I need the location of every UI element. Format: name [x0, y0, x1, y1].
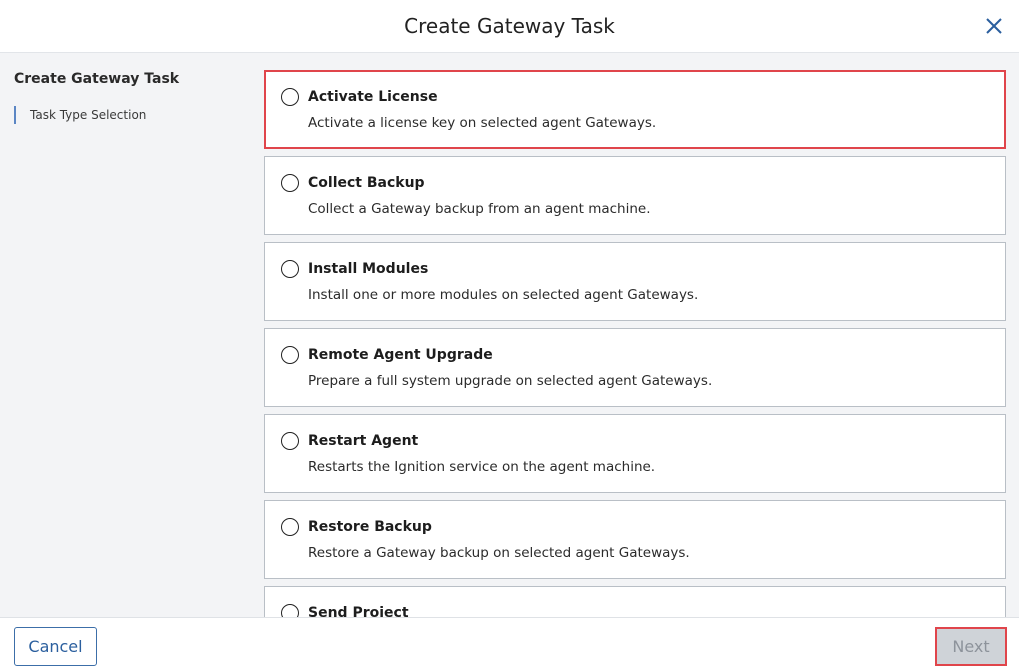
option-description: Collect a Gateway backup from an agent m… [308, 201, 651, 217]
option-title: Send Project [308, 605, 409, 617]
radio-button[interactable] [281, 174, 299, 192]
option-title: Remote Agent Upgrade [308, 347, 493, 363]
radio-button[interactable] [281, 604, 299, 617]
option-title: Install Modules [308, 261, 429, 277]
option-description: Activate a license key on selected agent… [308, 115, 657, 131]
option-activate-license[interactable]: Activate License Activate a license key … [264, 70, 1006, 149]
radio-button[interactable] [281, 346, 299, 364]
cancel-button[interactable]: Cancel [14, 627, 97, 666]
radio-button[interactable] [281, 260, 299, 278]
option-description: Restore a Gateway backup on selected age… [308, 545, 690, 561]
option-restore-backup[interactable]: Restore Backup Restore a Gateway backup … [264, 500, 1006, 579]
option-title: Collect Backup [308, 175, 425, 191]
option-restart-agent[interactable]: Restart Agent Restarts the Ignition serv… [264, 414, 1006, 493]
option-title: Restart Agent [308, 433, 419, 449]
option-description: Prepare a full system upgrade on selecte… [308, 373, 713, 389]
option-title: Restore Backup [308, 519, 432, 535]
create-gateway-task-modal: Create Gateway Task Create Gateway Task … [0, 0, 1019, 670]
wizard-sidebar: Create Gateway Task Task Type Selection [0, 53, 250, 617]
close-icon[interactable] [983, 15, 1005, 37]
sidebar-step-task-type-selection[interactable]: Task Type Selection [14, 106, 146, 124]
radio-button[interactable] [281, 432, 299, 450]
sidebar-title: Create Gateway Task [14, 71, 180, 87]
option-title: Activate License [308, 89, 438, 105]
option-description: Restarts the Ignition service on the age… [308, 459, 656, 475]
modal-footer: Cancel Next [0, 617, 1019, 670]
next-button[interactable]: Next [935, 627, 1007, 666]
modal-title: Create Gateway Task [404, 14, 615, 38]
radio-button[interactable] [281, 88, 299, 106]
radio-button[interactable] [281, 518, 299, 536]
option-remote-agent-upgrade[interactable]: Remote Agent Upgrade Prepare a full syst… [264, 328, 1006, 407]
option-collect-backup[interactable]: Collect Backup Collect a Gateway backup … [264, 156, 1006, 235]
option-description: Install one or more modules on selected … [308, 287, 699, 303]
option-install-modules[interactable]: Install Modules Install one or more modu… [264, 242, 1006, 321]
option-send-project[interactable]: Send Project [264, 586, 1006, 617]
modal-header: Create Gateway Task [0, 0, 1019, 53]
task-type-list: Activate License Activate a license key … [250, 53, 1019, 617]
